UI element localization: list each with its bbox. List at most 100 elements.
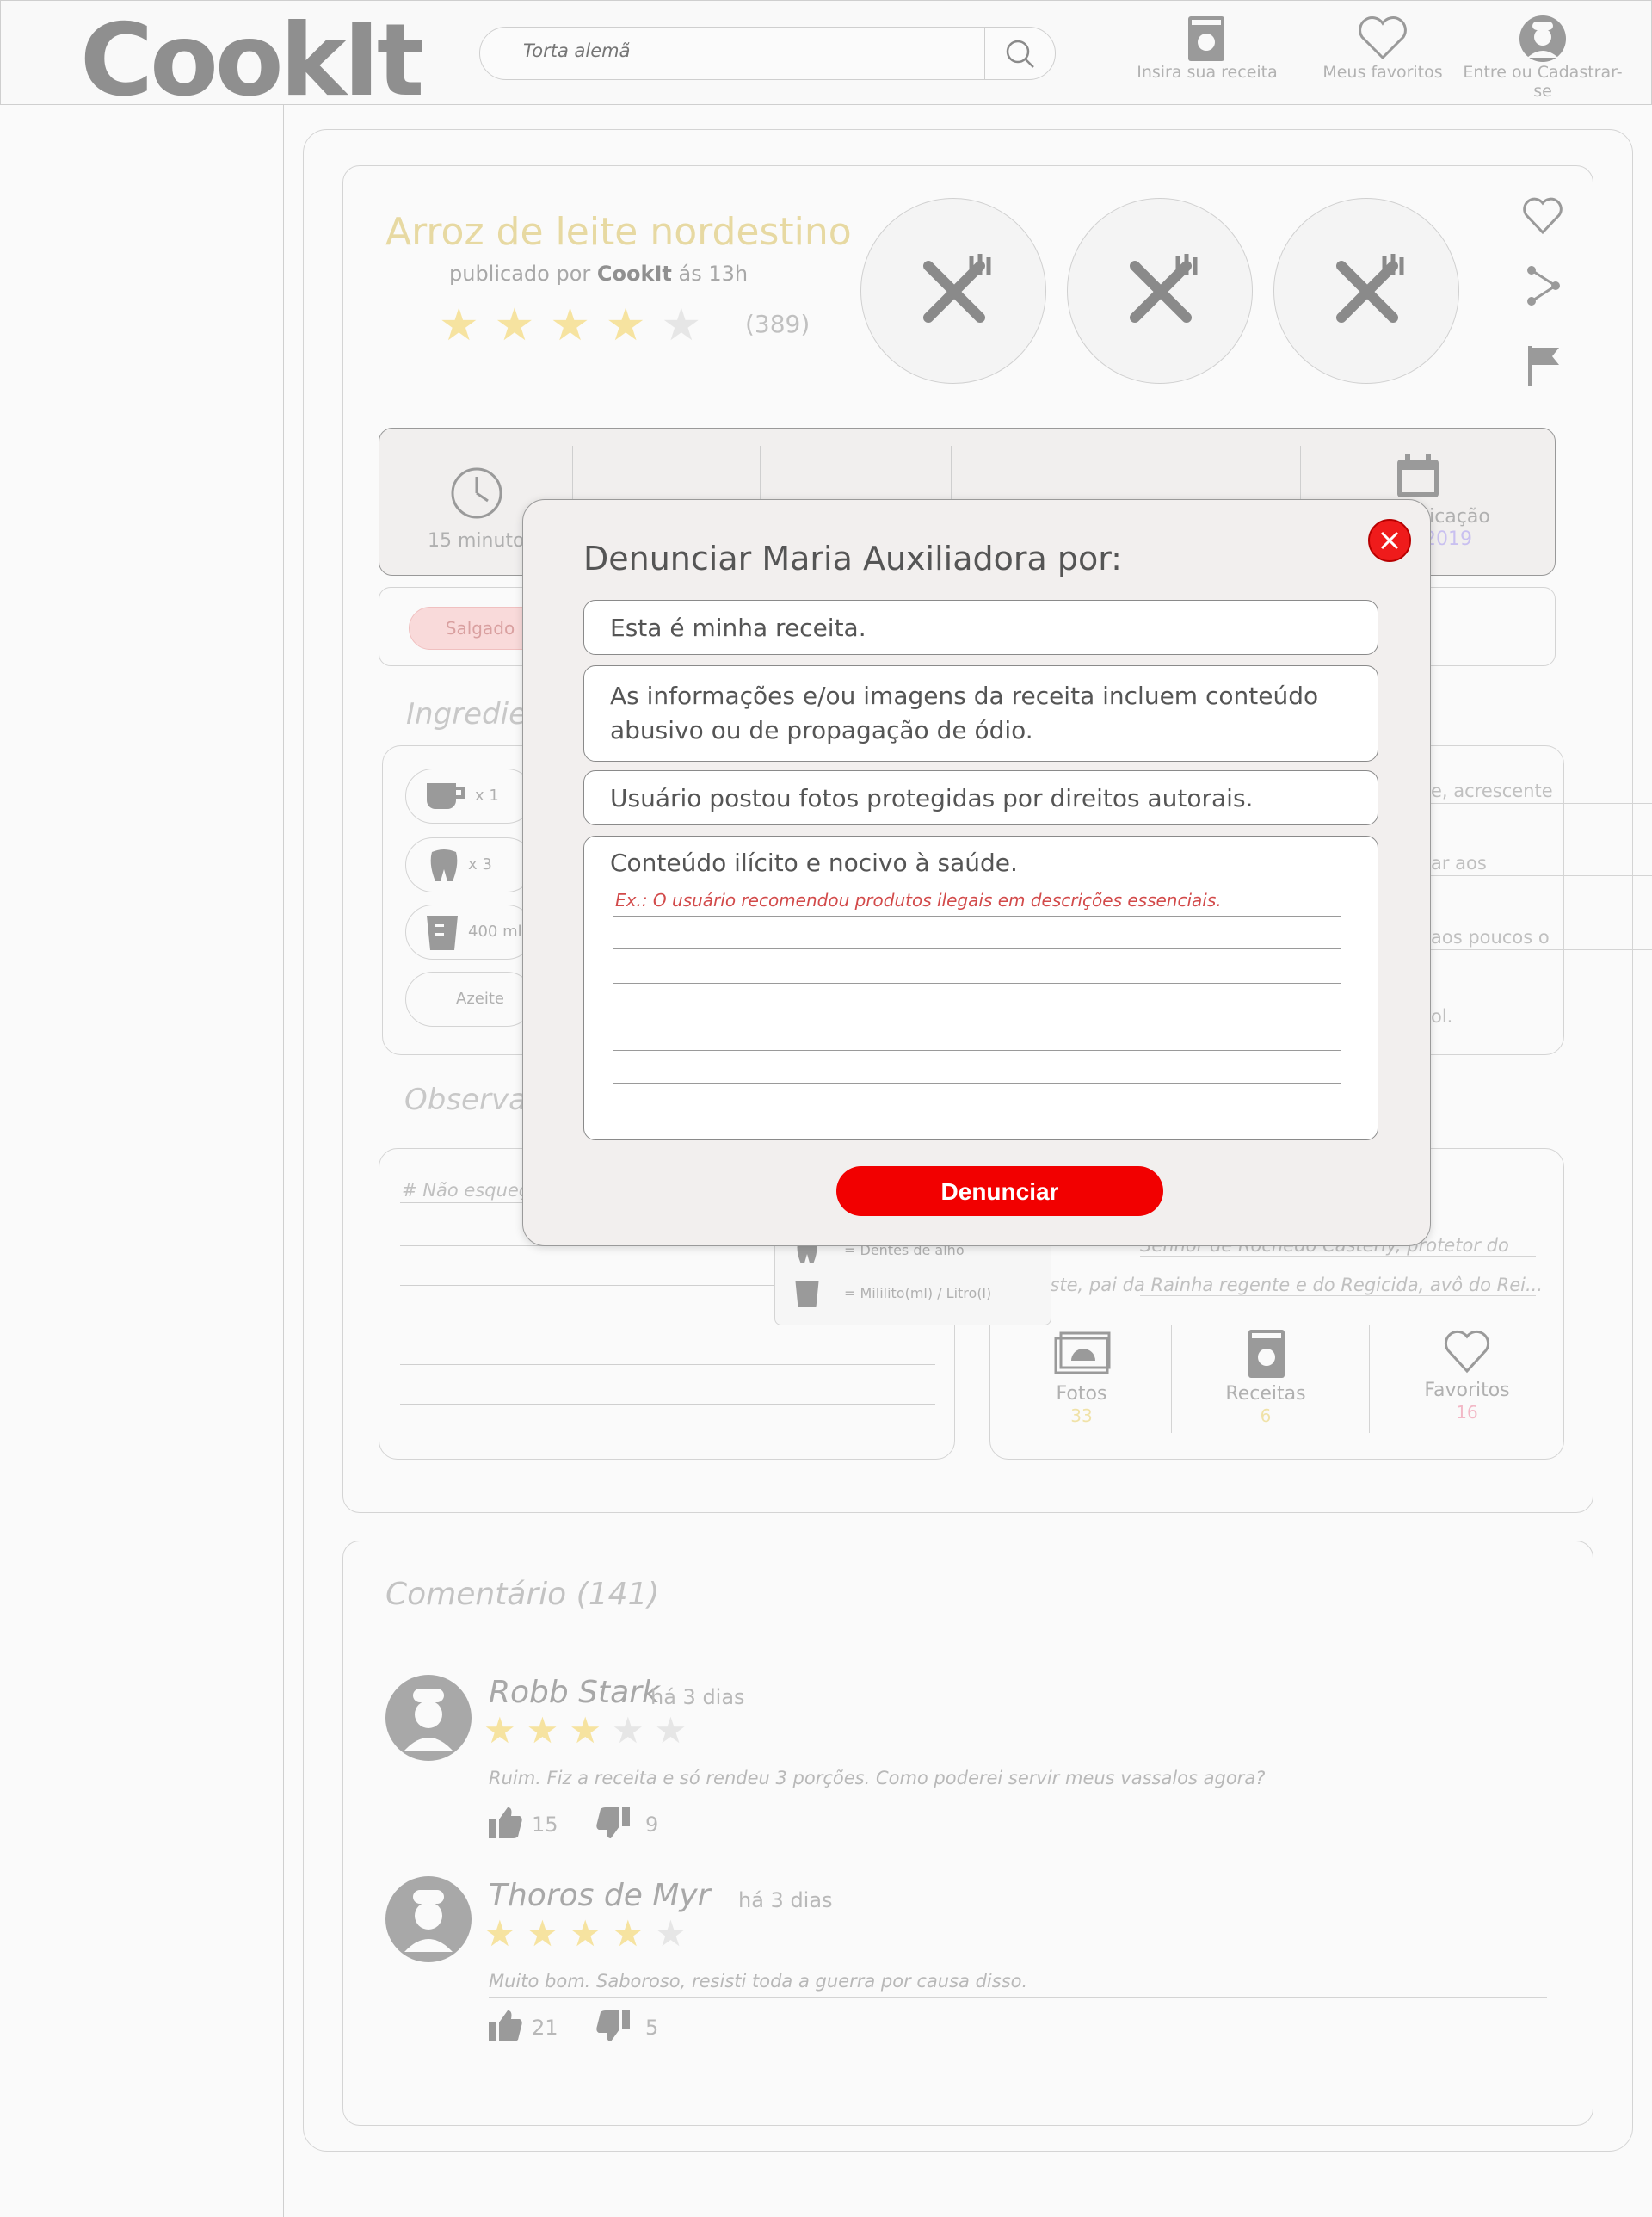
report-flag-button[interactable] [1521, 344, 1564, 391]
dislikes-count: 5 [645, 2016, 659, 2040]
ingredient-item: Azeite [405, 972, 534, 1027]
heart-icon [1523, 197, 1563, 235]
comment-rating: ★ ★ ★ ★ ★ [484, 1713, 697, 1749]
prep-time: 15 minutos [428, 530, 534, 552]
report-option-own-recipe[interactable]: Esta é minha receita. [583, 600, 1378, 655]
report-example-text: Ex.: O usuário recomendou produtos ilega… [615, 890, 1222, 911]
cutlery-icon [923, 254, 991, 323]
report-option-copyright[interactable]: Usuário postou fotos protegidas por dire… [583, 770, 1378, 825]
favorite-button[interactable] [1521, 196, 1564, 239]
commenter-avatar[interactable] [385, 1675, 472, 1761]
thumbs-up-icon[interactable] [487, 1806, 523, 1840]
star-filled-icon: ★ [526, 1912, 559, 1955]
comments-title: Comentário (141) [385, 1577, 660, 1612]
stat-value: 33 [1070, 1405, 1093, 1426]
star-filled-icon: ★ [611, 1912, 644, 1955]
nav-favorites-label: Meus favoritos [1322, 63, 1443, 82]
search-icon [1006, 40, 1034, 68]
photos-icon [1054, 1331, 1111, 1374]
measuring-cup-icon [795, 1281, 819, 1307]
thumbs-down-icon[interactable] [595, 1806, 632, 1840]
cookit-logo[interactable]: CookIt [80, 3, 424, 119]
report-option-illicit-label: Conteúdo ilícito e nocivo à saúde. [610, 849, 1018, 877]
recipe-book-icon [1188, 16, 1224, 61]
stat-label: Favoritos [1424, 1380, 1510, 1401]
thumbs-down-icon[interactable] [595, 2009, 632, 2043]
recipe-photo-1[interactable] [860, 198, 1046, 384]
report-option-illicit-content[interactable]: Conteúdo ilícito e nocivo à saúde. Ex.: … [583, 836, 1378, 1140]
star-empty-icon: ★ [661, 300, 702, 351]
rating-count: (389) [745, 310, 811, 338]
star-empty-icon: ★ [611, 1709, 644, 1751]
share-icon [1527, 266, 1560, 306]
thumbs-up-icon[interactable] [487, 2009, 523, 2043]
stat-value: 16 [1456, 1402, 1478, 1423]
published-suffix: ás 13h [678, 262, 749, 286]
nav-login-label: Entre ou Cadastrar-se [1463, 63, 1623, 101]
star-filled-icon: ★ [484, 1912, 516, 1955]
search-input[interactable] [521, 40, 1020, 62]
comment-time: há 3 dias [650, 1685, 745, 1709]
nav-login[interactable]: Entre ou Cadastrar-se [1463, 13, 1623, 101]
comment-text: Muito bom. Saboroso, resisti toda a guer… [489, 1971, 1028, 1992]
top-header: CookIt Insira sua receita Meus favoritos [0, 0, 1652, 119]
search-bar [479, 27, 1056, 80]
cutlery-icon [1130, 254, 1198, 323]
recipe-photo-2[interactable] [1067, 198, 1253, 384]
commenter-avatar[interactable] [385, 1876, 472, 1962]
star-filled-icon: ★ [484, 1709, 516, 1751]
report-submit-button[interactable]: Denunciar [836, 1166, 1163, 1216]
star-filled-icon: ★ [439, 300, 479, 351]
likes-count: 21 [532, 2016, 558, 2040]
star-filled-icon: ★ [605, 300, 646, 351]
ingredients-heading: Ingredier [406, 697, 539, 732]
nav-favorites[interactable]: Meus favoritos [1314, 13, 1452, 82]
ingredient-qty: 400 ml [468, 923, 522, 941]
comment-rating: ★ ★ ★ ★ ★ [484, 1916, 697, 1952]
nav-insert-recipe[interactable]: Insira sua receita [1137, 13, 1278, 82]
modal-title: Denunciar Maria Auxiliadora por: [583, 540, 1122, 577]
recipe-rating[interactable]: ★ ★ ★ ★ ★ [439, 303, 731, 348]
ingredient-item: x 1 [405, 769, 534, 824]
stat-value: 6 [1260, 1405, 1272, 1426]
star-filled-icon: ★ [550, 300, 590, 351]
stat-label: Fotos [1056, 1383, 1107, 1405]
garlic-tooth-icon [430, 849, 458, 881]
share-button[interactable] [1521, 263, 1564, 310]
heart-icon [1444, 1330, 1490, 1374]
prep-step: ol. [1431, 1006, 1453, 1027]
chef-avatar-icon [1519, 15, 1566, 62]
commenter-name[interactable]: Robb Stark [489, 1675, 660, 1710]
ingredient-qty: Azeite [456, 990, 504, 1008]
ingredient-qty: x 1 [475, 787, 499, 805]
search-button[interactable] [984, 28, 1057, 79]
comments-card [342, 1541, 1593, 2126]
close-icon [1380, 531, 1399, 550]
prep-step: aos poucos o [1431, 927, 1550, 948]
measuring-cup-icon [427, 916, 458, 950]
commenter-name[interactable]: Thoros de Myr [489, 1878, 710, 1913]
star-filled-icon: ★ [526, 1709, 559, 1751]
cutlery-icon [1336, 254, 1404, 323]
ingredient-item: x 3 [405, 837, 534, 892]
star-empty-icon: ★ [654, 1912, 687, 1955]
publish-date: 2019 [1424, 528, 1472, 550]
recipe-photo-3[interactable] [1273, 198, 1459, 384]
star-filled-icon: ★ [569, 1912, 601, 1955]
clock-icon [451, 467, 502, 519]
left-sidebar [0, 105, 284, 2217]
published-prefix: publicado por [449, 262, 591, 286]
star-filled-icon: ★ [569, 1709, 601, 1751]
comment-text: Ruim. Fiz a receita e só rendeu 3 porçõe… [489, 1768, 1266, 1788]
ingredient-item: 400 ml [405, 905, 534, 960]
close-button[interactable] [1368, 519, 1411, 562]
report-option-abusive-content[interactable]: As informações e/ou imagens da receita i… [583, 665, 1378, 762]
comment-time: há 3 dias [738, 1888, 833, 1912]
prep-step: e, acrescente [1431, 781, 1553, 801]
likes-count: 15 [532, 1813, 558, 1837]
chef-avatar-icon [404, 1689, 453, 1751]
chef-avatar-icon [404, 1890, 453, 1952]
recipe-author[interactable]: CookIt [597, 262, 672, 286]
dislikes-count: 9 [645, 1813, 659, 1837]
calendar-icon [1397, 454, 1439, 497]
